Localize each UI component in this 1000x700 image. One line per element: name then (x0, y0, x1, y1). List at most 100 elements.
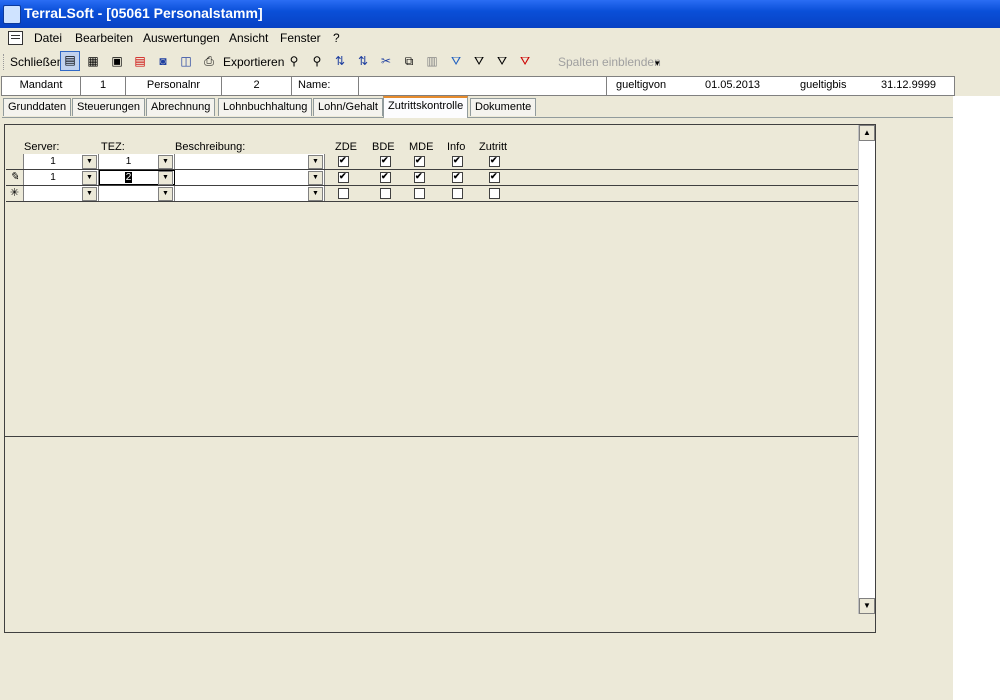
info-checkbox[interactable] (452, 156, 463, 167)
server-select[interactable]: ▼ (24, 186, 99, 201)
tab-lohnbuchhaltung[interactable]: Lohnbuchhaltung (218, 98, 313, 116)
mde-checkbox[interactable] (414, 156, 425, 167)
chevron-down-icon[interactable]: ▼ (308, 171, 323, 185)
chevron-down-icon[interactable]: ▼ (82, 155, 97, 169)
server-select[interactable]: 1 ▼ (24, 154, 99, 169)
delete-icon[interactable]: ▤ (132, 53, 148, 69)
tab-abrechnung[interactable]: Abrechnung (146, 98, 216, 116)
menu-bar: Datei Bearbeiten Auswertungen Ansicht Fe… (0, 28, 1000, 48)
document-menu-icon[interactable] (8, 31, 23, 45)
column-header-beschreibung: Beschreibung: (175, 141, 246, 153)
tez-value: 1 (125, 156, 132, 167)
find-next-icon[interactable]: ⚲ (309, 53, 325, 69)
zutritt-checkbox[interactable] (489, 188, 500, 199)
access-control-grid: Server: TEZ: Beschreibung: ZDE BDE MDE I… (4, 124, 876, 633)
menu-ansicht[interactable]: Ansicht (229, 31, 268, 45)
server-select[interactable]: 1 ▼ (24, 170, 99, 185)
toolbar-overflow-chevron-icon[interactable]: ▾ (655, 58, 660, 69)
zde-checkbox[interactable] (338, 172, 349, 183)
scroll-up-icon[interactable]: ▲ (859, 125, 875, 141)
server-value: 1 (50, 172, 56, 183)
column-header-bde: BDE (372, 141, 395, 153)
table-row-new[interactable]: ✳ ▼ ▼ ▼ (6, 186, 858, 202)
bde-checkbox[interactable] (380, 172, 391, 183)
tez-selected-text[interactable]: 2 (124, 172, 133, 183)
name-label: Name: (292, 77, 359, 95)
row-selector[interactable] (6, 154, 24, 169)
window-title: TerraLSoft - [05061 Personalstamm] (24, 5, 263, 21)
scroll-down-icon[interactable]: ▼ (859, 598, 875, 614)
tez-select[interactable]: 1 ▼ (99, 154, 175, 169)
tez-select[interactable]: ▼ (99, 186, 175, 201)
mde-checkbox[interactable] (414, 172, 425, 183)
bde-checkbox[interactable] (380, 188, 391, 199)
paste-icon[interactable]: ▥ (424, 53, 440, 69)
zutritt-checkbox[interactable] (489, 172, 500, 183)
tab-lohn-gehalt[interactable]: Lohn/Gehalt (313, 98, 383, 116)
preview-icon[interactable]: ◙ (155, 53, 171, 69)
menu-fenster[interactable]: Fenster (280, 31, 321, 45)
menu-datei[interactable]: Datei (34, 31, 62, 45)
beschreibung-select[interactable]: ▼ (175, 186, 325, 201)
cut-icon[interactable]: ✂ (378, 53, 394, 69)
chevron-down-icon[interactable]: ▼ (158, 171, 173, 185)
tab-dokumente[interactable]: Dokumente (470, 98, 537, 116)
print-icon[interactable]: ⎙ (201, 53, 217, 69)
tab-zutrittskontrolle[interactable]: Zutrittskontrolle (383, 96, 469, 118)
vertical-scrollbar[interactable]: ▲ ▼ (858, 125, 875, 614)
new-row-asterisk-icon[interactable]: ✳ (6, 186, 24, 201)
chevron-down-icon[interactable]: ▼ (158, 187, 173, 201)
gueltigvon-label: gueltigvon (616, 79, 667, 91)
sort-asc-icon[interactable]: ⇅ (332, 53, 348, 69)
save-icon[interactable]: ▣ (109, 53, 125, 69)
tez-value: 2 (99, 170, 158, 185)
mde-checkbox[interactable] (414, 188, 425, 199)
zde-checkbox[interactable] (338, 188, 349, 199)
chevron-down-icon[interactable]: ▼ (82, 187, 97, 201)
row-edit-pencil-icon[interactable]: ✎ (6, 170, 24, 185)
chevron-down-icon[interactable]: ▼ (82, 171, 97, 185)
menu-help[interactable]: ? (333, 31, 340, 45)
menu-auswertungen[interactable]: Auswertungen (143, 31, 220, 45)
beschreibung-select[interactable]: ▼ (175, 154, 325, 169)
name-value (360, 77, 607, 95)
chevron-down-icon[interactable]: ▼ (308, 155, 323, 169)
chevron-down-icon[interactable]: ▼ (158, 155, 173, 169)
copy-icon[interactable]: ⧉ (401, 53, 417, 69)
book-icon[interactable]: ◫ (178, 53, 194, 69)
zutritt-checkbox[interactable] (489, 156, 500, 167)
table-row[interactable]: 1 ▼ 1 ▼ ▼ (6, 154, 858, 170)
info-checkbox[interactable] (452, 188, 463, 199)
export-button[interactable]: Exportieren (223, 55, 284, 69)
column-header-zde: ZDE (335, 141, 357, 153)
app-icon[interactable] (3, 5, 21, 24)
record-header: Mandant 1 Personalnr 2 Name: gueltigvon … (1, 76, 955, 96)
chevron-down-icon[interactable]: ▼ (308, 187, 323, 201)
toolbar-grip[interactable] (3, 54, 7, 70)
info-checkbox[interactable] (452, 172, 463, 183)
filter-remove-icon[interactable]: ⛛ (517, 53, 533, 69)
show-columns-button[interactable]: Spalten einblenden (558, 55, 661, 69)
zde-checkbox[interactable] (338, 156, 349, 167)
filter-apply-icon[interactable]: ⛛ (494, 53, 510, 69)
gueltigvon-value: 01.05.2013 (705, 79, 761, 91)
beschreibung-select[interactable]: ▼ (175, 170, 325, 185)
bde-checkbox[interactable] (380, 156, 391, 167)
tab-steuerungen[interactable]: Steuerungen (72, 98, 145, 116)
filter-icon[interactable]: ⛛ (448, 53, 464, 69)
form-view-icon[interactable]: ▤ (60, 51, 80, 71)
mandant-value: 1 (81, 77, 126, 95)
sort-desc-icon[interactable]: ⇅ (355, 53, 371, 69)
gueltigbis-value: 31.12.9999 (881, 79, 937, 91)
binoculars-icon[interactable]: ⚲ (286, 53, 302, 69)
filter-form-icon[interactable]: ⛛ (471, 53, 487, 69)
close-button[interactable]: Schließen (10, 55, 63, 69)
table-row[interactable]: ✎ 1 ▼ 2 ▼ ▼ (6, 170, 858, 186)
table-view-icon[interactable]: ▦ (85, 53, 101, 69)
tab-grunddaten[interactable]: Grunddaten (3, 98, 72, 116)
mandant-label: Mandant (2, 77, 81, 95)
tez-select[interactable]: 2 ▼ (99, 170, 175, 185)
gueltigbis-label: gueltigbis (800, 79, 847, 91)
server-value: 1 (50, 156, 56, 167)
menu-bearbeiten[interactable]: Bearbeiten (75, 31, 133, 45)
